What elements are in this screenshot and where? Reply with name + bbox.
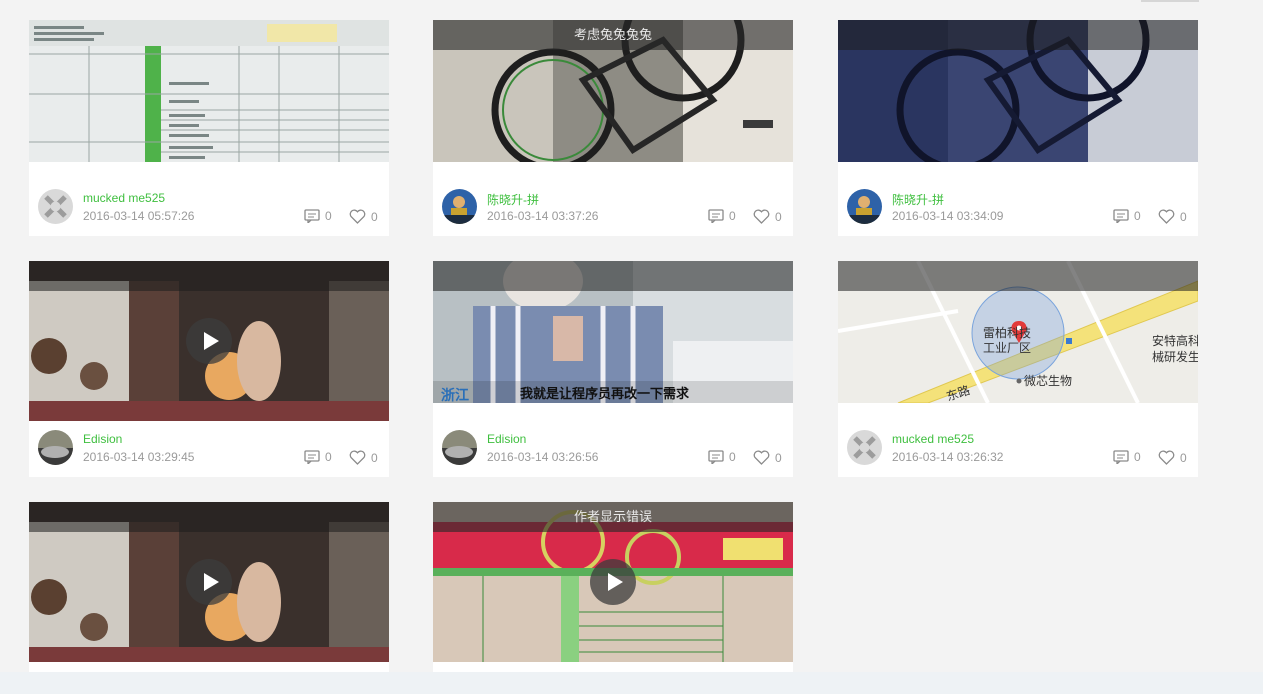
comment-count-value: 0	[1134, 450, 1141, 464]
post-thumbnail[interactable]	[838, 20, 1198, 162]
post-thumbnail[interactable]: 雷柏科技 工业厂区 微芯生物 安特高科 械研发生 东路	[838, 261, 1198, 403]
post-caption: 考虑兔兔兔兔	[433, 20, 793, 50]
like-count[interactable]: 0	[1158, 209, 1187, 224]
post-caption-bar	[29, 261, 389, 291]
like-count-value: 0	[371, 210, 378, 224]
author-name[interactable]: mucked me525	[83, 191, 165, 205]
post-date: 2016-03-14 03:26:32	[892, 450, 1004, 464]
post-card[interactable]: 雷柏科技 工业厂区 微芯生物 安特高科 械研发生 东路 mucked me525…	[838, 261, 1198, 477]
post-card[interactable]: Edision 2016-03-14 03:29:45 0 0	[29, 261, 389, 477]
play-button-icon[interactable]	[590, 559, 636, 605]
comment-count-value: 0	[729, 209, 736, 223]
heart-icon	[349, 450, 366, 465]
heart-icon	[1158, 450, 1175, 465]
post-date: 2016-03-14 05:57:26	[83, 209, 195, 223]
heart-icon	[349, 209, 366, 224]
like-count[interactable]: 0	[349, 209, 378, 224]
post-caption-bar	[838, 261, 1198, 291]
comment-count-value: 0	[325, 450, 332, 464]
post-thumbnail[interactable]	[29, 261, 389, 421]
comment-icon	[1113, 209, 1129, 225]
subtitle-text: 我就是让程序员再改一下需求	[520, 386, 690, 402]
post-thumbnail[interactable]: 作者显示错误	[433, 502, 793, 662]
like-count-value: 0	[1180, 451, 1187, 465]
comment-count[interactable]: 0	[304, 450, 332, 466]
heart-icon	[753, 209, 770, 224]
post-card[interactable]	[29, 502, 389, 672]
comment-icon	[708, 209, 724, 225]
post-date: 2016-03-14 03:37:26	[487, 209, 599, 223]
like-count-value: 0	[1180, 210, 1187, 224]
comment-count[interactable]: 0	[708, 209, 736, 225]
post-thumbnail[interactable]: 考虑兔兔兔兔	[433, 20, 793, 162]
post-meta: 陈晓升-拼 2016-03-14 03:34:09 0 0	[838, 162, 1198, 236]
heart-icon	[1158, 209, 1175, 224]
post-meta: Edision 2016-03-14 03:29:45 0 0	[29, 403, 389, 477]
post-caption-bar	[433, 261, 793, 291]
comment-icon	[708, 450, 724, 466]
post-thumbnail[interactable]: 浙江 我就是让程序员再改一下需求	[433, 261, 793, 403]
post-date: 2016-03-14 03:29:45	[83, 450, 195, 464]
post-card[interactable]: 浙江 我就是让程序员再改一下需求 Edision 2016-03-14 03:2…	[433, 261, 793, 477]
comment-count[interactable]: 0	[304, 209, 332, 225]
comment-count-value: 0	[325, 209, 332, 223]
map-label: 雷柏科技	[983, 325, 1031, 340]
post-date: 2016-03-14 03:34:09	[892, 209, 1004, 223]
like-count[interactable]: 0	[753, 450, 782, 465]
author-name[interactable]: 陈晓升-拼	[487, 191, 539, 208]
author-name[interactable]: Edision	[487, 432, 526, 446]
comment-count-value: 0	[1134, 209, 1141, 223]
spreadsheet-photo	[29, 20, 389, 162]
like-count-value: 0	[371, 451, 378, 465]
post-meta: mucked me525 2016-03-14 05:57:26 0 0	[29, 162, 389, 236]
avatar[interactable]	[38, 430, 73, 465]
map-label: 安特高科	[1152, 333, 1198, 348]
post-card[interactable]: 陈晓升-拼 2016-03-14 03:34:09 0 0	[838, 20, 1198, 236]
post-meta: mucked me525 2016-03-14 03:26:32 0 0	[838, 403, 1198, 477]
avatar[interactable]	[847, 430, 882, 465]
post-meta: 陈晓升-拼 2016-03-14 03:37:26 0 0	[433, 162, 793, 236]
map-label: 工业厂区	[983, 341, 1031, 355]
post-caption: 作者显示错误	[433, 502, 793, 532]
comment-count[interactable]: 0	[1113, 209, 1141, 225]
map-label: 械研发生	[1152, 349, 1198, 364]
avatar[interactable]	[442, 430, 477, 465]
like-count-value: 0	[775, 451, 782, 465]
play-button-icon[interactable]	[186, 318, 232, 364]
play-button-icon[interactable]	[186, 559, 232, 605]
author-name[interactable]: 陈晓升-拼	[892, 191, 944, 208]
author-name[interactable]: mucked me525	[892, 432, 974, 446]
post-thumbnail[interactable]	[29, 20, 389, 162]
subtitle-location: 浙江	[441, 387, 469, 403]
post-card[interactable]: 考虑兔兔兔兔 陈晓升-拼 2016-03-14 03:37:26 0 0	[433, 20, 793, 236]
comment-count[interactable]: 0	[1113, 450, 1141, 466]
like-count-value: 0	[775, 210, 782, 224]
page-footer-strip	[0, 672, 1263, 694]
comment-icon	[1113, 450, 1129, 466]
author-name[interactable]: Edision	[83, 432, 122, 446]
post-card[interactable]: mucked me525 2016-03-14 05:57:26 0 0	[29, 20, 389, 236]
comment-count-value: 0	[729, 450, 736, 464]
like-count[interactable]: 0	[349, 450, 378, 465]
avatar[interactable]	[38, 189, 73, 224]
post-caption-bar	[29, 502, 389, 532]
comment-icon	[304, 209, 320, 225]
map-label: 微芯生物	[1024, 374, 1072, 388]
comment-count[interactable]: 0	[708, 450, 736, 466]
avatar[interactable]	[847, 189, 882, 224]
post-thumbnail[interactable]	[29, 502, 389, 662]
post-grid: mucked me525 2016-03-14 05:57:26 0 0 考虑兔…	[0, 0, 1263, 694]
post-caption-bar	[838, 20, 1198, 50]
like-count[interactable]: 0	[753, 209, 782, 224]
like-count[interactable]: 0	[1158, 450, 1187, 465]
post-meta: Edision 2016-03-14 03:26:56 0 0	[433, 403, 793, 477]
heart-icon	[753, 450, 770, 465]
post-card[interactable]: 作者显示错误	[433, 502, 793, 672]
post-date: 2016-03-14 03:26:56	[487, 450, 599, 464]
comment-icon	[304, 450, 320, 466]
avatar[interactable]	[442, 189, 477, 224]
